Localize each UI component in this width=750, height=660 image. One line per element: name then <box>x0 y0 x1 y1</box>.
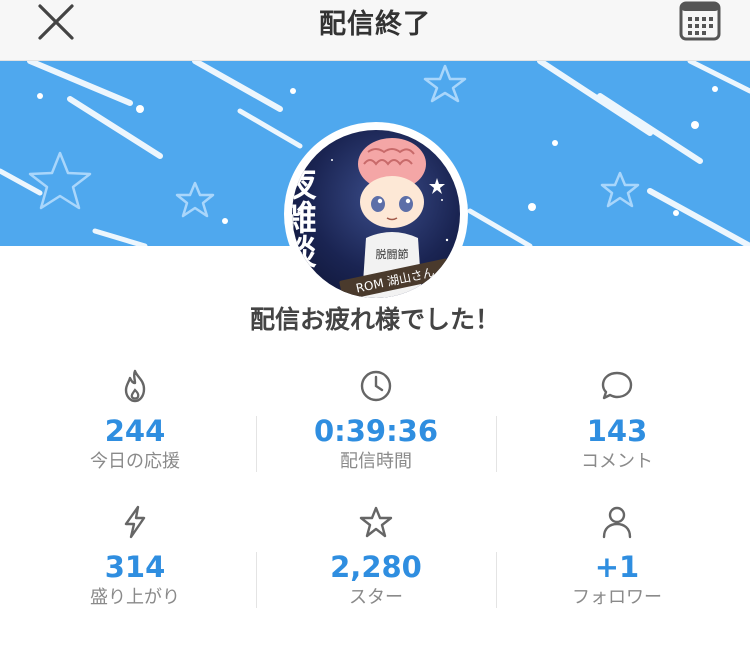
star-icon <box>359 506 393 538</box>
lightning-icon <box>124 505 146 539</box>
stat-value: 314 <box>104 550 166 584</box>
calendar-icon <box>679 1 721 41</box>
stat-label: スター <box>349 587 403 608</box>
stat-comments: 143 コメント <box>497 368 737 474</box>
stat-value: +1 <box>594 550 640 584</box>
stat-label: 配信時間 <box>340 451 412 472</box>
clock-icon <box>360 370 392 402</box>
stat-label: フォロワー <box>572 587 662 608</box>
stat-value: 244 <box>104 414 166 448</box>
page-title: 配信終了 <box>319 9 431 40</box>
stat-duration: 0:39:36 配信時間 <box>256 368 496 474</box>
stat-cheers: 244 今日の応援 <box>15 368 255 474</box>
header-bar: 配信終了 <box>0 0 750 61</box>
comment-icon <box>601 371 633 400</box>
avatar-image: 夜雑談 脱闘節 ROM 湖山さん <box>292 130 460 298</box>
stat-excitement: 314 盛り上がり <box>15 504 255 610</box>
avatar-shirt-text: 脱闘節 <box>376 247 409 261</box>
stat-value: 0:39:36 <box>313 414 439 448</box>
thanks-message: 配信お疲れ様でした！ <box>249 305 500 334</box>
calendar-button[interactable] <box>678 0 722 44</box>
person-icon <box>602 506 632 539</box>
stat-label: 盛り上がり <box>90 587 180 608</box>
stat-value: 143 <box>586 414 648 448</box>
avatar-title-text: 夜雑談 <box>292 166 317 268</box>
avatar[interactable]: 夜雑談 脱闘節 ROM 湖山さん <box>284 122 468 306</box>
stat-label: 今日の応援 <box>90 451 180 472</box>
stat-followers: +1 フォロワー <box>497 504 737 610</box>
stat-stars: 2,280 スター <box>256 504 496 610</box>
flame-icon <box>124 369 146 403</box>
stat-label: コメント <box>581 451 653 472</box>
stat-value: 2,280 <box>330 550 422 584</box>
